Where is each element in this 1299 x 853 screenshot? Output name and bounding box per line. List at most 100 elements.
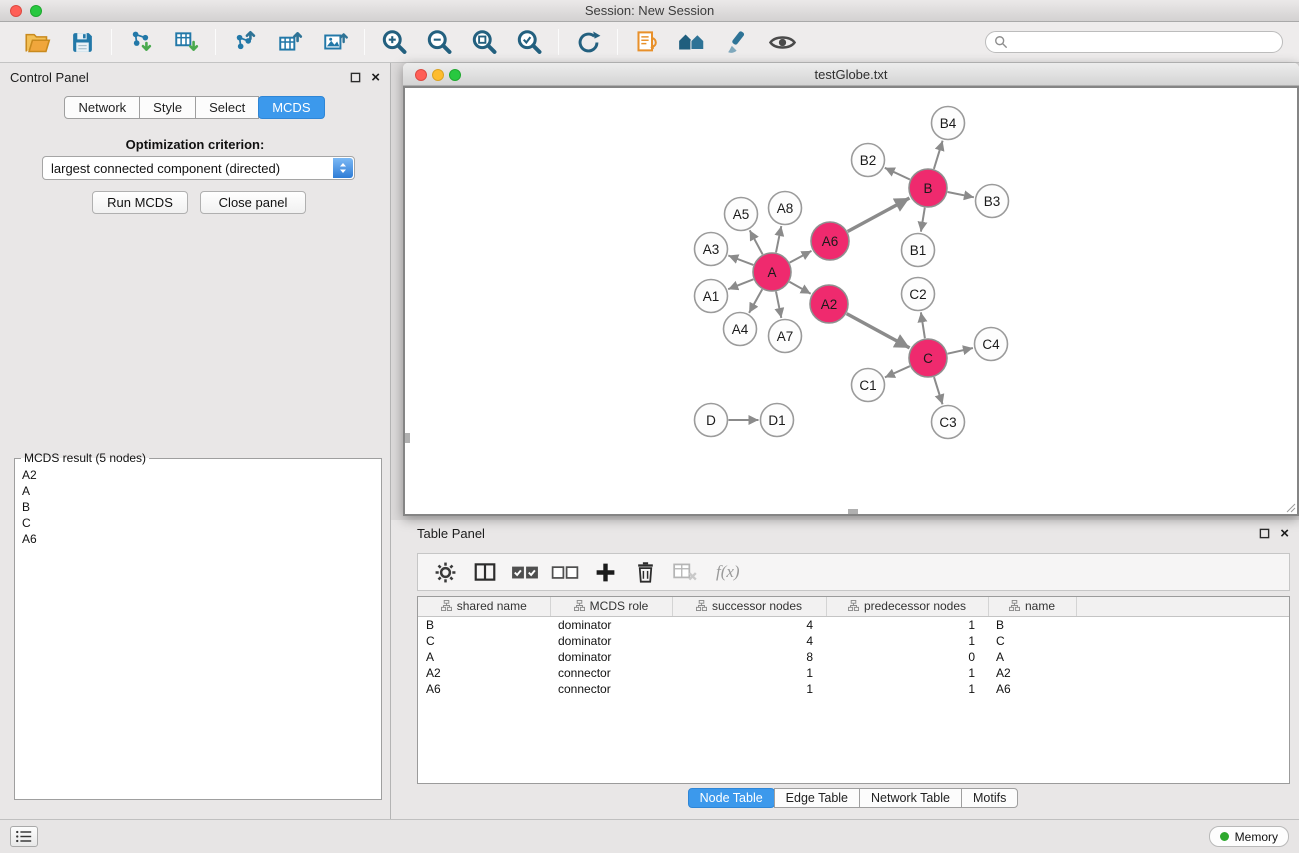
zoom-out-button[interactable]: [423, 26, 455, 58]
zoom-in-button[interactable]: [378, 26, 410, 58]
open-session-button[interactable]: [21, 26, 53, 58]
graph-node-B[interactable]: B: [909, 169, 947, 207]
function-builder-button[interactable]: f(x): [710, 562, 740, 582]
column-header-predecessor-nodes[interactable]: predecessor nodes: [826, 597, 988, 616]
graph-edge-B-B2[interactable]: [885, 168, 910, 180]
table-cell[interactable]: B: [988, 616, 1076, 633]
import-network-button[interactable]: [125, 26, 157, 58]
graph-node-A3[interactable]: A3: [695, 233, 728, 266]
export-network-button[interactable]: [229, 26, 261, 58]
table-cell[interactable]: 4: [672, 616, 826, 633]
refresh-button[interactable]: [572, 26, 604, 58]
graph-node-B4[interactable]: B4: [932, 107, 965, 140]
select-all-button[interactable]: [510, 557, 540, 587]
graph-node-A4[interactable]: A4: [724, 313, 757, 346]
table-cell[interactable]: connector: [550, 665, 672, 681]
zoom-selected-button[interactable]: [513, 26, 545, 58]
first-neighbors-button[interactable]: [631, 26, 663, 58]
table-cell[interactable]: A6: [418, 681, 550, 697]
table-cell[interactable]: A2: [988, 665, 1076, 681]
table-cell[interactable]: A: [418, 649, 550, 665]
graph-node-A[interactable]: A: [753, 253, 791, 291]
graph-node-A6[interactable]: A6: [811, 222, 849, 260]
column-header-MCDS-role[interactable]: MCDS role: [550, 597, 672, 616]
close-panel-button[interactable]: Close panel: [200, 191, 306, 214]
table-cell[interactable]: C: [418, 633, 550, 649]
column-header-shared-name[interactable]: shared name: [418, 597, 550, 616]
export-image-button[interactable]: [319, 26, 351, 58]
graph-edge-B-B3[interactable]: [948, 192, 974, 197]
graph-edge-A-A5[interactable]: [750, 230, 763, 254]
graph-node-C3[interactable]: C3: [932, 406, 965, 439]
table-cell[interactable]: 1: [826, 681, 988, 697]
float-table-panel-icon[interactable]: [1259, 528, 1270, 539]
network-window-titlebar[interactable]: testGlobe.txt: [403, 63, 1299, 86]
table-cell[interactable]: dominator: [550, 649, 672, 665]
table-row-A[interactable]: Adominator80A: [418, 649, 1289, 665]
graph-edge-A-A1[interactable]: [728, 279, 753, 289]
table-cell[interactable]: B: [418, 616, 550, 633]
zoom-fit-button[interactable]: [468, 26, 500, 58]
task-history-button[interactable]: [10, 826, 38, 847]
graph-edge-A2-C[interactable]: [847, 314, 910, 348]
import-table-button[interactable]: [170, 26, 202, 58]
tab-network[interactable]: Network: [64, 96, 140, 119]
table-cell[interactable]: A: [988, 649, 1076, 665]
network-minimize-button[interactable]: [432, 69, 444, 81]
tab-mcds[interactable]: MCDS: [258, 96, 324, 119]
network-zoom-button[interactable]: [449, 69, 461, 81]
add-row-button[interactable]: [590, 557, 620, 587]
network-close-button[interactable]: [415, 69, 427, 81]
graph-edge-A-A2[interactable]: [789, 282, 810, 294]
graph-edge-A-A3[interactable]: [728, 256, 753, 265]
zoom-window-button[interactable]: [30, 5, 42, 17]
graph-node-D[interactable]: D: [695, 404, 728, 437]
houses-button[interactable]: [676, 26, 708, 58]
graph-node-B3[interactable]: B3: [976, 185, 1009, 218]
graph-node-A5[interactable]: A5: [725, 198, 758, 231]
graph-edge-C-C3[interactable]: [934, 377, 943, 404]
delete-row-button[interactable]: [630, 557, 660, 587]
brush-button[interactable]: [721, 26, 753, 58]
column-header-name[interactable]: name: [988, 597, 1076, 616]
graph-edge-B-B1[interactable]: [921, 208, 925, 232]
table-cell[interactable]: 1: [826, 616, 988, 633]
graph-node-A8[interactable]: A8: [769, 192, 802, 225]
table-row-B[interactable]: Bdominator41B: [418, 616, 1289, 633]
graph-node-C1[interactable]: C1: [852, 369, 885, 402]
delete-column-button[interactable]: [670, 557, 700, 587]
table-cell[interactable]: 1: [672, 681, 826, 697]
graph-node-C4[interactable]: C4: [975, 328, 1008, 361]
table-cell[interactable]: 4: [672, 633, 826, 649]
graph-node-B1[interactable]: B1: [902, 234, 935, 267]
close-window-button[interactable]: [10, 5, 22, 17]
graph-edge-A6-B[interactable]: [848, 198, 910, 232]
table-cell[interactable]: A6: [988, 681, 1076, 697]
save-session-button[interactable]: [66, 26, 98, 58]
graph-edge-B-B4[interactable]: [934, 141, 943, 169]
graph-node-D1[interactable]: D1: [761, 404, 794, 437]
table-cell[interactable]: C: [988, 633, 1076, 649]
graph-node-B2[interactable]: B2: [852, 144, 885, 177]
search-input[interactable]: [1013, 35, 1274, 49]
table-cell[interactable]: 1: [826, 665, 988, 681]
tab-select[interactable]: Select: [195, 96, 259, 119]
table-cell[interactable]: 1: [826, 633, 988, 649]
graph-edge-C-C4[interactable]: [948, 348, 973, 354]
table-cell[interactable]: 1: [672, 665, 826, 681]
show-details-button[interactable]: [766, 26, 798, 58]
column-header-successor-nodes[interactable]: successor nodes: [672, 597, 826, 616]
run-mcds-button[interactable]: Run MCDS: [92, 191, 188, 214]
table-cell[interactable]: A2: [418, 665, 550, 681]
export-table-button[interactable]: [274, 26, 306, 58]
graph-edge-A-A4[interactable]: [749, 289, 762, 313]
graph-edge-A-A8[interactable]: [776, 226, 781, 252]
graph-edge-C-C1[interactable]: [885, 366, 910, 377]
resize-grip-icon[interactable]: [1284, 501, 1296, 513]
close-panel-icon[interactable]: ×: [371, 72, 380, 83]
table-cell[interactable]: dominator: [550, 633, 672, 649]
graph-node-C2[interactable]: C2: [902, 278, 935, 311]
table-cell[interactable]: connector: [550, 681, 672, 697]
table-tab-edge-table[interactable]: Edge Table: [774, 788, 860, 808]
table-row-A2[interactable]: A2connector11A2: [418, 665, 1289, 681]
